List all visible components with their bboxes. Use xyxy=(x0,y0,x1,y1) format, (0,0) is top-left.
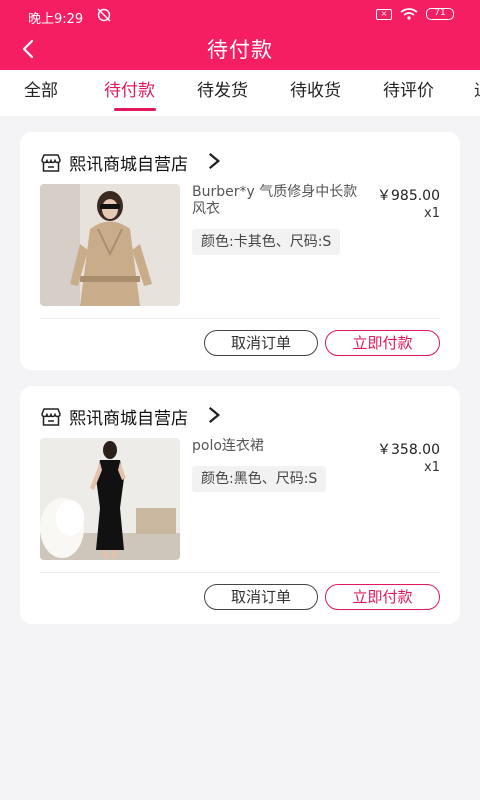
pay-now-button[interactable]: 立即付款 xyxy=(325,330,440,356)
tab-refund[interactable]: 退 xyxy=(474,76,480,101)
cancel-order-button[interactable]: 取消订单 xyxy=(204,584,318,610)
shop-link[interactable]: 熙讯商城自营店 xyxy=(40,404,225,429)
tab-pending-payment[interactable]: 待付款 xyxy=(104,76,155,101)
product-spec: 颜色:黑色、尺码:S xyxy=(192,466,327,492)
shop-link[interactable]: 熙讯商城自营店 xyxy=(40,150,225,175)
store-icon xyxy=(41,153,61,172)
order-card: 熙讯商城自营店 Burber*y 气质修身中长款风衣 ￥985.00 x1 颜色… xyxy=(20,132,460,370)
shop-name: 熙讯商城自营店 xyxy=(69,409,188,429)
product-spec: 颜色:卡其色、尺码:S xyxy=(192,229,341,255)
app-header: 晚上9:29 × 71 待付款 xyxy=(0,0,480,70)
order-card: 熙讯商城自营店 polo连衣裙 ￥358.00 x1 颜色:黑色、尺码:S 取消… xyxy=(20,386,460,624)
tab-all[interactable]: 全部 xyxy=(24,76,58,101)
store-icon xyxy=(41,407,61,426)
product-name[interactable]: Burber*y 气质修身中长款风衣 xyxy=(192,184,364,218)
product-quantity: x1 xyxy=(424,206,440,221)
battery-icon: 71 xyxy=(426,8,454,20)
chevron-right-icon xyxy=(203,151,225,175)
active-tab-indicator xyxy=(114,108,156,111)
divider xyxy=(40,572,440,573)
pay-now-button[interactable]: 立即付款 xyxy=(325,584,440,610)
tab-pending-shipment[interactable]: 待发货 xyxy=(197,76,248,101)
wifi-icon xyxy=(400,8,418,20)
chevron-right-icon xyxy=(203,405,225,429)
page-title: 待付款 xyxy=(207,38,273,62)
product-quantity: x1 xyxy=(424,460,440,475)
product-price: ￥358.00 xyxy=(377,442,440,458)
alarm-off-icon xyxy=(96,7,112,26)
product-image[interactable] xyxy=(40,438,180,560)
product-image[interactable] xyxy=(40,184,180,306)
divider xyxy=(40,318,440,319)
status-bar: 晚上9:29 × 71 xyxy=(0,0,480,30)
tab-pending-receipt[interactable]: 待收货 xyxy=(290,76,341,101)
status-time: 晚上9:29 xyxy=(28,12,84,27)
sim-icon: × xyxy=(376,8,392,20)
shop-name: 熙讯商城自营店 xyxy=(69,155,188,175)
order-status-tabs: 全部 待付款 待发货 待收货 待评价 退 xyxy=(0,70,480,116)
product-price: ￥985.00 xyxy=(377,188,440,204)
cancel-order-button[interactable]: 取消订单 xyxy=(204,330,318,356)
product-name[interactable]: polo连衣裙 xyxy=(192,438,364,455)
tab-pending-review[interactable]: 待评价 xyxy=(383,76,434,101)
